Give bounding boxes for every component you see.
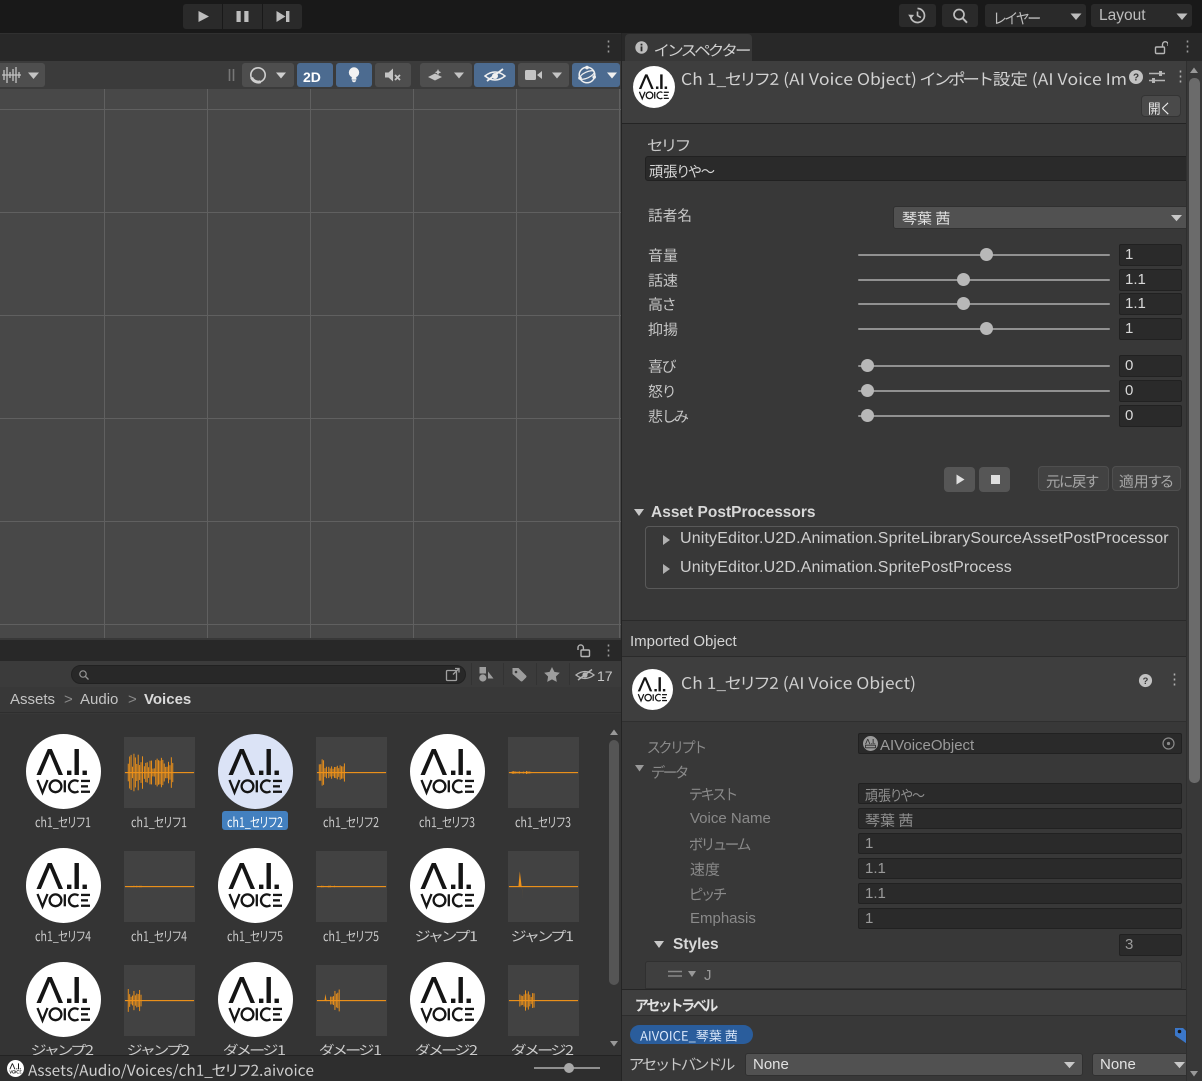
svg-text:?: ?	[1133, 73, 1139, 84]
svg-text:?: ?	[1143, 676, 1149, 686]
